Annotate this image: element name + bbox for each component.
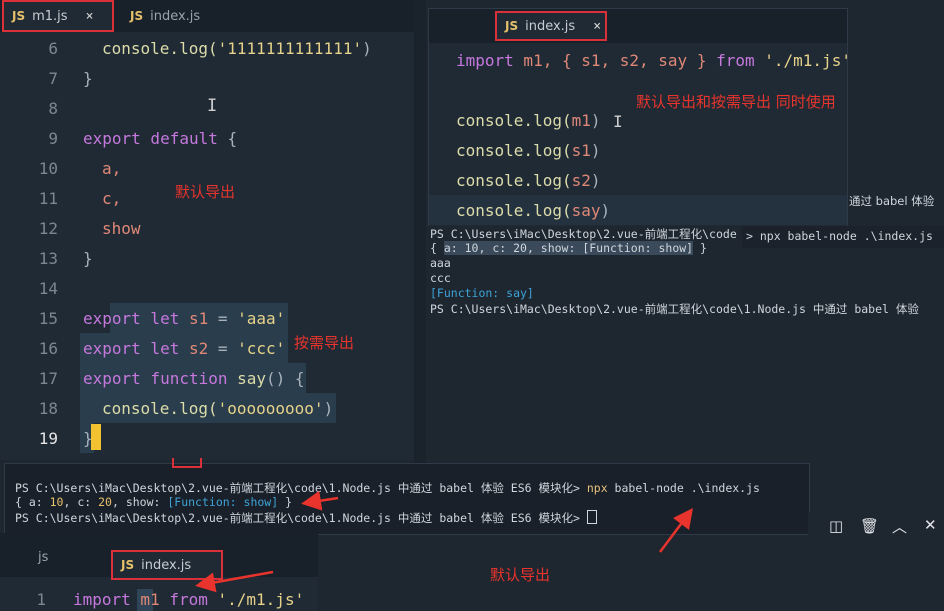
arrow-to-command	[659, 508, 693, 553]
arrow-to-import	[195, 570, 274, 593]
arrow-to-output	[301, 490, 339, 511]
annotation-arrows	[195, 490, 693, 593]
